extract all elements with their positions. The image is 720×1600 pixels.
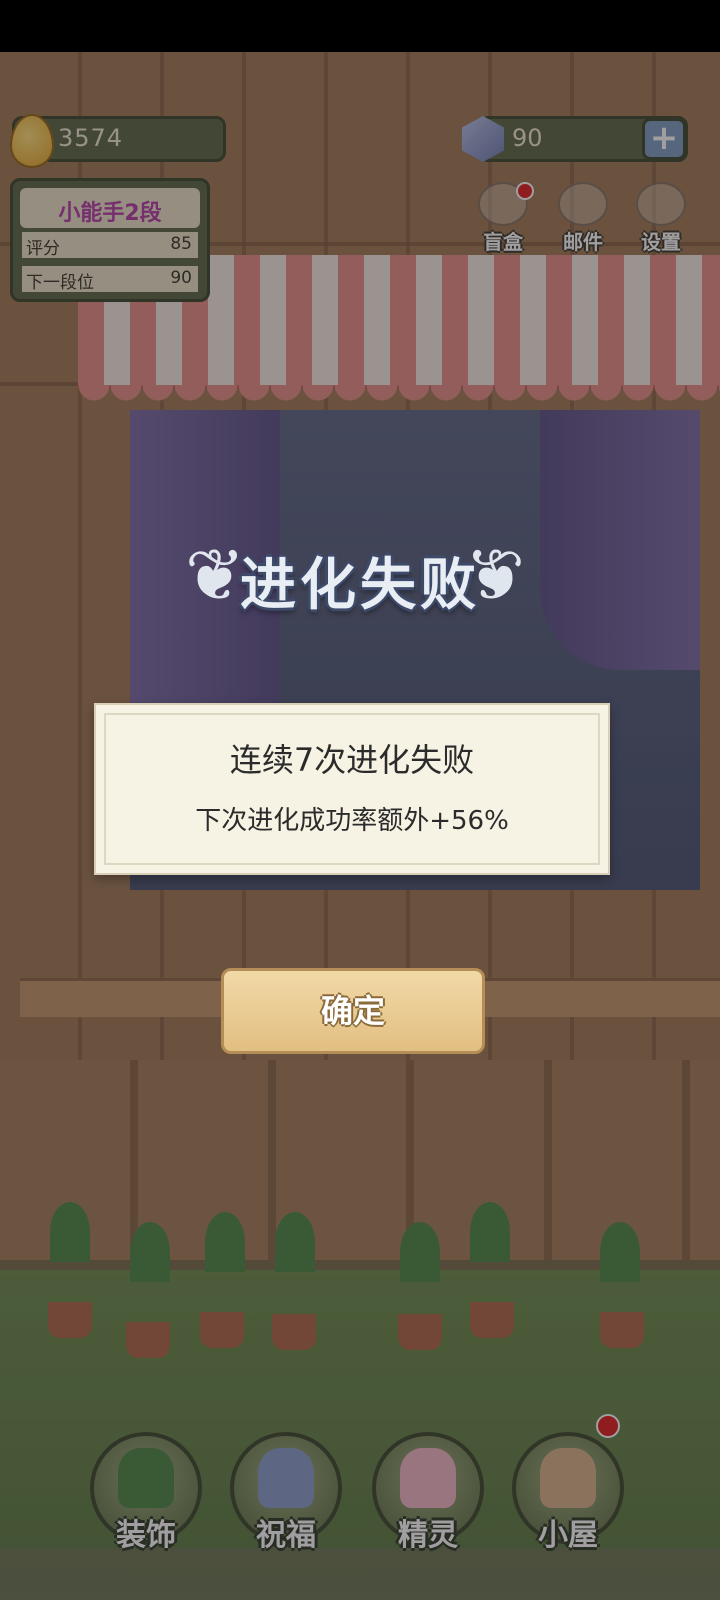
confirm-button[interactable]: 确定 bbox=[221, 968, 485, 1054]
bonus-rate-text: 下次进化成功率额外+56% bbox=[195, 806, 509, 836]
fail-streak-text: 连续7次进化失败 bbox=[229, 741, 475, 779]
evolution-failed-title: 进化失败 bbox=[240, 553, 480, 618]
